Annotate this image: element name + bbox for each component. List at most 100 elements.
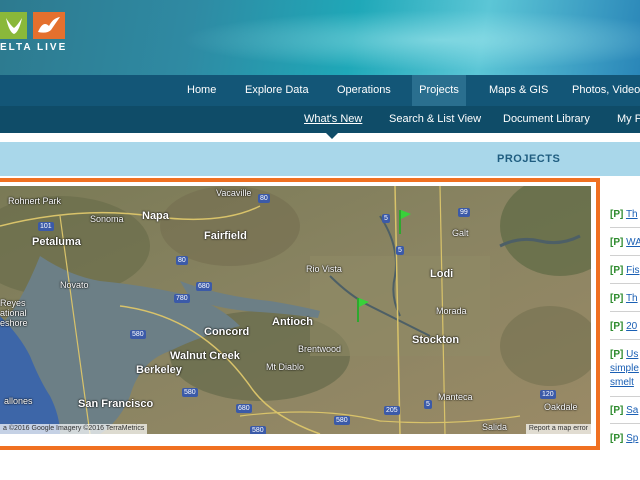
subnav-pointer-icon [326, 133, 338, 139]
map-label: Brentwood [298, 344, 342, 354]
map-label: Novato [60, 280, 89, 290]
project-link[interactable]: Fis [626, 265, 639, 276]
map-label: Morada [436, 306, 467, 316]
map-label: Rohnert Park [8, 196, 62, 206]
section-title: PROJECTS [497, 153, 561, 165]
map-label: Antioch [272, 316, 313, 328]
map-label: ational [0, 308, 27, 318]
divider [610, 311, 640, 312]
map-label: Manteca [438, 392, 473, 402]
map-label: Vacaville [216, 188, 252, 198]
map-label: Stockton [412, 334, 460, 346]
highway-shield: 580 [250, 426, 266, 434]
map-imagery [0, 186, 591, 434]
map-label: San Francisco [78, 398, 154, 410]
nav-photos-video[interactable]: Photos, Video [572, 75, 640, 106]
list-item[interactable]: [P] 20 [610, 320, 640, 334]
map-label: Concord [204, 326, 250, 338]
banner-wave-graphic [180, 10, 640, 70]
highway-shield: 580 [182, 388, 198, 397]
map-label: Salida [482, 422, 508, 432]
divider [610, 283, 640, 284]
nav-projects[interactable]: Projects [412, 75, 466, 106]
map-label: allones [4, 396, 33, 406]
report-map-error-link[interactable]: Report a map error [525, 424, 591, 434]
highway-shield: 120 [540, 390, 556, 399]
project-tag: [P] [610, 209, 624, 220]
highway-shield: 99 [458, 208, 470, 217]
map-label: Berkeley [136, 364, 182, 376]
list-item[interactable]: [P] Fis [610, 264, 640, 278]
divider [610, 255, 640, 256]
primary-nav: Home Explore Data Operations Projects Ma… [0, 75, 640, 106]
project-tag: [P] [610, 293, 624, 304]
highway-shield: 80 [176, 256, 188, 265]
project-link[interactable]: 20 [626, 321, 637, 332]
project-link-continued[interactable]: smelt [610, 377, 634, 388]
highway-shield: 580 [130, 330, 146, 339]
project-tag: [P] [610, 321, 624, 332]
map-attribution: a ©2016 Google Imagery ©2016 TerraMetric… [0, 424, 148, 434]
divider [610, 396, 640, 397]
project-list: [P] Th [P] WA [P] Fis [P] Th [P] 20 [P] … [610, 204, 640, 454]
project-link-continued[interactable]: simple [610, 363, 639, 374]
map-label: eshore [0, 318, 28, 328]
highway-shield: 680 [236, 404, 252, 413]
highway-shield: 680 [196, 282, 212, 291]
logo-bird-icon[interactable] [33, 12, 65, 39]
subnav-my-projects[interactable]: My P [617, 106, 640, 133]
project-link[interactable]: WA [626, 237, 640, 248]
map-label: Lodi [430, 268, 454, 280]
subnav-document-library[interactable]: Document Library [503, 106, 590, 133]
map-label: Galt [452, 228, 469, 238]
map-label: Walnut Creek [170, 350, 240, 362]
map-label: Oakdale [544, 402, 578, 412]
divider [610, 339, 640, 340]
project-link[interactable]: Th [626, 293, 638, 304]
project-tag: [P] [610, 349, 624, 360]
project-link[interactable]: Sp [626, 433, 638, 444]
highway-shield: 5 [382, 214, 390, 223]
divider [610, 227, 640, 228]
section-header: PROJECTS [0, 142, 640, 176]
list-item[interactable]: [P] Th [610, 208, 640, 222]
logo-leaf-icon[interactable] [0, 12, 27, 39]
project-link[interactable]: Us [626, 349, 638, 360]
nav-operations[interactable]: Operations [337, 75, 391, 106]
list-item[interactable]: [P] Th [610, 292, 640, 306]
map-label: Petaluma [32, 236, 81, 248]
map-label: Fairfield [204, 230, 247, 242]
header-banner: ELTA LIVE [0, 0, 640, 75]
project-tag: [P] [610, 237, 624, 248]
highway-shield: 780 [174, 294, 190, 303]
highway-shield: 580 [334, 416, 350, 425]
project-link[interactable]: Sa [626, 405, 638, 416]
highway-shield: 205 [384, 406, 400, 415]
project-tag: [P] [610, 405, 624, 416]
nav-home[interactable]: Home [187, 75, 216, 106]
map-label: Reyes [0, 298, 26, 308]
map-label: Sonoma [90, 214, 124, 224]
subnav-whats-new[interactable]: What's New [304, 106, 362, 133]
highway-shield: 5 [396, 246, 404, 255]
project-tag: [P] [610, 265, 624, 276]
list-item[interactable]: [P] Us simple smelt [610, 348, 640, 390]
subnav-search-list-view[interactable]: Search & List View [389, 106, 481, 133]
list-item[interactable]: [P] Sa [610, 404, 640, 418]
secondary-nav: What's New Search & List View Document L… [0, 106, 640, 133]
logo-text: ELTA LIVE [0, 42, 68, 53]
list-item[interactable]: [P] Sp [610, 432, 640, 446]
list-item[interactable]: [P] WA [610, 236, 640, 250]
divider [610, 423, 640, 424]
project-link[interactable]: Th [626, 209, 638, 220]
project-tag: [P] [610, 433, 624, 444]
nav-explore-data[interactable]: Explore Data [245, 75, 309, 106]
project-map[interactable]: Rohnert Park Vacaville Sonoma Napa Fairf… [0, 186, 591, 434]
map-label: Rio Vista [306, 264, 342, 274]
map-label: Mt Diablo [266, 362, 305, 372]
highway-shield: 5 [424, 400, 432, 409]
highway-shield: 101 [38, 222, 54, 231]
map-label: Napa [142, 210, 169, 222]
nav-maps-gis[interactable]: Maps & GIS [489, 75, 548, 106]
highway-shield: 80 [258, 194, 270, 203]
